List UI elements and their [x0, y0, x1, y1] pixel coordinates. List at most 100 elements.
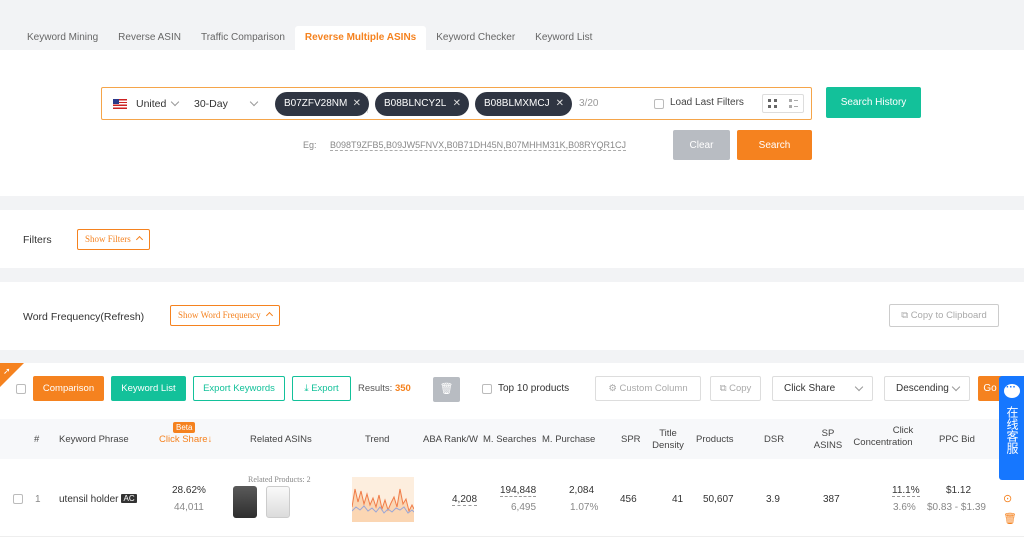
tab-keyword-mining[interactable]: Keyword Mining: [17, 26, 108, 50]
col-searches[interactable]: M. Searches: [483, 434, 536, 446]
filters-panel: Filters Show Filters: [0, 210, 1024, 268]
period-select[interactable]: 30-Day: [194, 98, 228, 110]
online-service-widget[interactable]: 在线客服: [999, 376, 1024, 480]
col-dsr[interactable]: DSR: [764, 434, 784, 446]
col-purchase[interactable]: M. Purchase: [542, 434, 595, 446]
col-title-density-l2: Density: [652, 440, 684, 451]
copy-icon: ⧉: [719, 383, 730, 394]
custom-column-button[interactable]: ⚙ Custom Column: [595, 376, 701, 401]
chevron-down-icon: [854, 382, 864, 392]
country-select[interactable]: United: [136, 98, 166, 110]
products-value: 50,607: [703, 494, 734, 505]
chat-bubble-icon: [1004, 382, 1020, 398]
results-panel: ➚ Comparison Keyword List Export Keyword…: [0, 363, 1024, 546]
chevron-up-icon: [265, 311, 273, 320]
chevron-down-icon: [951, 382, 961, 392]
keyword-list-button[interactable]: Keyword List: [111, 376, 186, 401]
col-click-share[interactable]: Click Share↓: [159, 434, 212, 446]
list-view-icon[interactable]: [789, 99, 798, 108]
results-count: Results: 350: [358, 383, 411, 394]
col-products[interactable]: Products: [696, 434, 734, 446]
top10-checkbox[interactable]: [482, 384, 492, 394]
chevron-down-icon: [170, 97, 180, 107]
close-icon[interactable]: ✕: [556, 92, 564, 116]
more-icon[interactable]: ⊙: [1003, 492, 1012, 505]
grid-view-icon[interactable]: [768, 99, 777, 108]
product-thumbnail[interactable]: [233, 486, 257, 518]
export-button[interactable]: ⤓ Export: [292, 376, 351, 401]
arrow-down-icon: ↓: [207, 434, 213, 445]
asin-search-box: United 30-Day B07ZFV28NM ✕ B08BLNCY2L ✕ …: [101, 87, 812, 120]
click-concentration-value: 11.1%: [892, 485, 920, 497]
col-sp-asins-l2: ASINS: [813, 440, 843, 451]
view-toggle: [762, 94, 804, 113]
sp-asins-value: 387: [823, 494, 840, 505]
copy-button[interactable]: ⧉ Copy: [710, 376, 761, 401]
ppc-bid-value: $1.12: [946, 485, 972, 496]
copy-to-clipboard-button[interactable]: ⧉ Copy to Clipboard: [889, 304, 999, 327]
export-label: Export: [311, 383, 339, 394]
row-checkbox[interactable]: [13, 494, 23, 504]
ac-badge: AC: [121, 494, 137, 503]
clear-button[interactable]: Clear: [673, 130, 730, 160]
col-related-asins: Related ASINs: [250, 434, 312, 445]
load-last-filters-checkbox[interactable]: [654, 99, 664, 109]
col-spr[interactable]: SPR: [621, 434, 641, 446]
col-sp-asins[interactable]: SP ASINS: [813, 428, 843, 452]
asin-chip-label: B08BLMXMCJ: [484, 98, 550, 109]
sort-order-select[interactable]: Descending: [884, 376, 970, 401]
click-share-value: 28.62%: [172, 485, 206, 496]
asin-chip: B07ZFV28NM ✕: [275, 92, 369, 116]
sort-field-select[interactable]: Click Share: [772, 376, 873, 401]
show-filters-label: Show Filters: [85, 234, 131, 244]
keyword-cell[interactable]: utensil holder AC: [59, 494, 137, 505]
col-keyword[interactable]: Keyword Phrase: [59, 434, 129, 446]
col-click-share-label: Click Share: [159, 434, 208, 445]
close-icon[interactable]: ✕: [353, 92, 361, 116]
select-all-checkbox[interactable]: [16, 384, 26, 394]
col-ppc-bid[interactable]: PPC Bid: [939, 434, 975, 446]
show-word-frequency-button[interactable]: Show Word Frequency: [170, 305, 280, 326]
top10-label: Top 10 products: [498, 383, 570, 394]
trash-icon[interactable]: 🗑: [1003, 512, 1017, 525]
product-thumbnail[interactable]: [266, 486, 290, 518]
aba-rank-value: 4,208: [452, 494, 478, 506]
search-button[interactable]: Search: [737, 130, 812, 160]
tab-keyword-checker[interactable]: Keyword Checker: [426, 26, 525, 50]
tab-reverse-multiple-asins[interactable]: Reverse Multiple ASINs: [294, 26, 427, 50]
col-click-concentration[interactable]: Click Concentration: [850, 425, 916, 449]
results-label: Results:: [358, 383, 393, 394]
copy-label: Copy: [729, 383, 752, 394]
copy-to-clipboard-label: Copy to Clipboard: [910, 310, 987, 321]
show-filters-button[interactable]: Show Filters: [77, 229, 151, 250]
comparison-button[interactable]: Comparison: [33, 376, 104, 401]
asin-chip: B08BLMXMCJ ✕: [475, 92, 572, 116]
dsr-value: 3.9: [766, 494, 780, 505]
asin-chip-label: B08BLNCY2L: [384, 98, 447, 109]
sort-field-value: Click Share: [784, 383, 836, 394]
pin-icon[interactable]: ➚: [3, 366, 11, 377]
tab-keyword-list[interactable]: Keyword List: [525, 26, 602, 50]
tab-traffic-comparison[interactable]: Traffic Comparison: [191, 26, 295, 50]
trend-sparkline[interactable]: [352, 477, 414, 522]
export-keywords-button[interactable]: Export Keywords: [193, 376, 285, 401]
tab-bar: Keyword Mining Reverse ASIN Traffic Comp…: [0, 26, 1024, 50]
col-aba-rank[interactable]: ABA Rank/W: [423, 434, 478, 446]
copy-icon: ⧉: [901, 310, 911, 321]
example-label: Eg:: [303, 140, 317, 150]
show-word-frequency-label: Show Word Frequency: [178, 310, 261, 320]
search-history-button[interactable]: Search History: [826, 87, 921, 118]
close-icon[interactable]: ✕: [453, 92, 461, 116]
word-frequency-panel: Word Frequency(Refresh) Show Word Freque…: [0, 282, 1024, 350]
example-value[interactable]: B098T9ZFB5,B09JW5FNVX,B0B71DH45N,B07MHHM…: [330, 140, 626, 151]
delete-button[interactable]: 🗑: [433, 377, 460, 402]
tab-reverse-asin[interactable]: Reverse ASIN: [108, 26, 191, 50]
keyword-text[interactable]: utensil holder: [59, 494, 118, 505]
col-title-density[interactable]: Title Density: [651, 428, 685, 452]
us-flag-icon: [113, 99, 127, 109]
searches-value: 194,848: [500, 485, 537, 497]
search-panel: United 30-Day B07ZFV28NM ✕ B08BLNCY2L ✕ …: [0, 50, 1024, 196]
col-title-density-l1: Title: [659, 428, 677, 439]
searches-sub: 6,495: [511, 502, 537, 513]
word-frequency-label[interactable]: Word Frequency(Refresh): [23, 311, 144, 323]
